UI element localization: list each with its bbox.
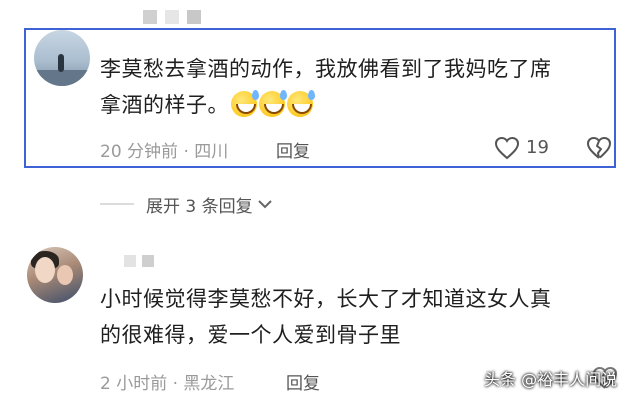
comment-text-line2: 的很难得，爱一个人爱到骨子里 (100, 323, 401, 347)
chevron-down-icon (257, 200, 272, 209)
expand-replies[interactable]: 展开 3 条回复 (100, 190, 273, 218)
grinning-sweat-emoji (231, 90, 259, 117)
avatar[interactable] (34, 30, 90, 86)
reply-button[interactable]: 回复 (286, 369, 320, 394)
grinning-sweat-emoji (287, 90, 315, 117)
watermark: 头条 @裕丰人间说 (484, 370, 618, 389)
username-placeholder (124, 255, 154, 267)
avatar[interactable] (27, 247, 83, 303)
comment-meta: 20 分钟前 · 四川 (100, 142, 229, 162)
comment-text-line2: 拿酒的样子。 (100, 88, 315, 123)
grinning-sweat-emoji (259, 90, 287, 117)
username-placeholder (143, 10, 201, 24)
comment-text-line1: 李莫愁去拿酒的动作，我放佛看到了我妈吃了席 (100, 57, 552, 81)
comment-text-line1: 小时候觉得李莫愁不好，长大了才知道这女人真 (100, 287, 552, 311)
expand-replies-label: 展开 3 条回复 (146, 196, 253, 217)
like-count: 19 (526, 137, 549, 158)
reply-button[interactable]: 回复 (276, 137, 310, 162)
heart-icon[interactable] (494, 136, 520, 160)
broken-heart-icon[interactable] (586, 136, 612, 160)
divider (100, 203, 134, 205)
comment-meta: 2 小时前 · 黑龙江 (100, 374, 235, 394)
